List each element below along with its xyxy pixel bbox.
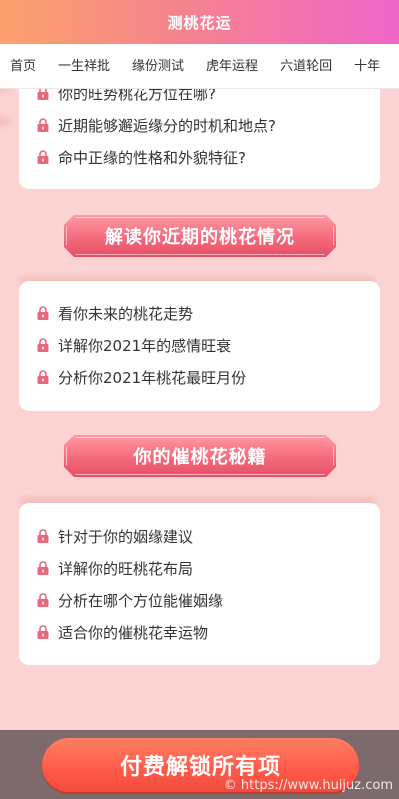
- lock-icon: [37, 625, 49, 639]
- lock-icon: [37, 370, 49, 384]
- lock-icon: [37, 529, 49, 543]
- feature-card-2: 看你未来的桃花走势 详解你2021年的感情旺衰 分析你2021年桃花最旺月份: [19, 281, 380, 411]
- list-item-text: 详解你的旺桃花布局: [58, 559, 194, 578]
- nav-item-lifetime-reading[interactable]: 一生祥批: [58, 44, 110, 88]
- top-nav: 首页 一生祥批 缘份测试 虎年运程 六道轮回 十年: [0, 44, 399, 89]
- app-header: 测桃花运: [0, 0, 399, 44]
- list-item: 分析在哪个方位能催姻缘: [37, 584, 380, 616]
- list-item-text: 命中正缘的性格和外貌特征?: [58, 148, 246, 167]
- lock-icon: [37, 89, 49, 100]
- nav-item-ten-year[interactable]: 十年: [354, 44, 380, 88]
- list-item-text: 看你未来的桃花走势: [58, 304, 194, 323]
- lock-icon: [37, 593, 49, 607]
- section-banner: 你的催桃花秘籍: [64, 435, 336, 477]
- list-item: 命中正缘的性格和外貌特征?: [37, 141, 380, 173]
- section-banner: 解读你近期的桃花情况: [64, 215, 336, 257]
- lock-icon: [37, 306, 49, 320]
- list-item: 适合你的催桃花幸运物: [37, 616, 380, 648]
- watermark-text: © https://www.huijuz.com: [223, 778, 393, 793]
- nav-item-tiger-year[interactable]: 虎年运程: [206, 44, 258, 88]
- list-item-text: 分析你2021年桃花最旺月份: [58, 368, 247, 387]
- list-item-text: 近期能够邂逅缘分的时机和地点?: [58, 116, 276, 135]
- list-item-text: 分析在哪个方位能催姻缘: [58, 591, 224, 610]
- lock-icon: [37, 561, 49, 575]
- page-title: 测桃花运: [167, 13, 232, 32]
- list-item: 分析你2021年桃花最旺月份: [37, 361, 380, 393]
- list-item: 针对于你的姻缘建议: [37, 520, 380, 552]
- feature-card-1: 你的旺势桃花方位在哪? 近期能够邂逅缘分的时机和地点? 命中正缘的性格和外貌特征…: [19, 89, 380, 189]
- list-item-text: 详解你2021年的感情旺衰: [58, 336, 232, 355]
- nav-item-six-paths[interactable]: 六道轮回: [280, 44, 332, 88]
- list-item-text: 针对于你的姻缘建议: [58, 527, 194, 546]
- feature-card-3: 针对于你的姻缘建议 详解你的旺桃花布局 分析在哪个方位能催姻缘 适合你的催桃花幸…: [19, 503, 380, 665]
- lock-icon: [37, 150, 49, 164]
- list-item: 看你未来的桃花走势: [37, 297, 380, 329]
- section-title: 解读你近期的桃花情况: [105, 227, 295, 248]
- blurred-text: [0, 89, 10, 92]
- nav-item-fate-test[interactable]: 缘份测试: [132, 44, 184, 88]
- list-item: 近期能够邂逅缘分的时机和地点?: [37, 109, 380, 141]
- nav-item-home[interactable]: 首页: [10, 44, 36, 88]
- list-item: 详解你2021年的感情旺衰: [37, 329, 380, 361]
- section-title: 你的催桃花秘籍: [133, 447, 267, 468]
- list-item-text: 你的旺势桃花方位在哪?: [58, 89, 216, 103]
- list-item: 你的旺势桃花方位在哪?: [37, 89, 380, 109]
- pay-footer: 付费解锁所有项 © https://www.huijuz.com: [0, 730, 399, 799]
- blurred-text: [0, 117, 10, 126]
- lock-icon: [37, 118, 49, 132]
- list-item-text: 适合你的催桃花幸运物: [58, 623, 209, 642]
- main-content: 你的旺势桃花方位在哪? 近期能够邂逅缘分的时机和地点? 命中正缘的性格和外貌特征…: [0, 89, 399, 730]
- list-item: 详解你的旺桃花布局: [37, 552, 380, 584]
- unlock-all-label: 付费解锁所有项: [119, 754, 281, 779]
- lock-icon: [37, 338, 49, 352]
